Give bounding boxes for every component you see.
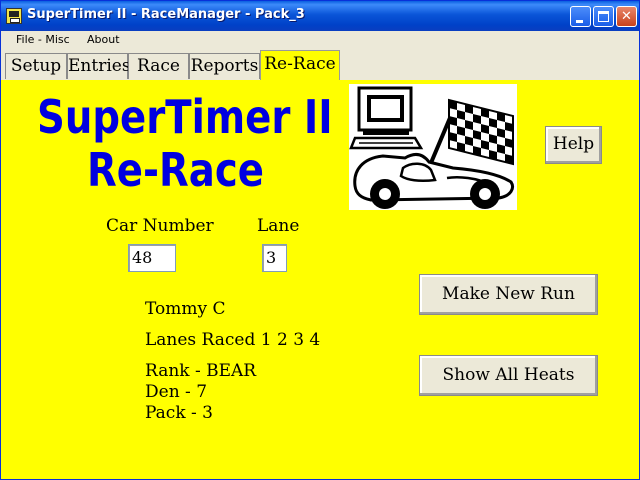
lanes-raced: Lanes Raced 1 2 3 4 <box>145 330 321 350</box>
tab-strip: Setup Entries Race Reports Re-Race <box>1 50 639 80</box>
menu-bar: File - Misc About <box>1 31 639 50</box>
title-bar[interactable]: SuperTimer II - RaceManager - Pack_3 ✕ <box>1 1 639 31</box>
lane-label: Lane <box>257 216 300 236</box>
page-title-line1: SuperTimer II <box>37 90 333 144</box>
tab-re-race[interactable]: Re-Race <box>260 50 340 80</box>
tab-setup[interactable]: Setup <box>5 53 67 79</box>
minimize-button[interactable] <box>570 6 591 27</box>
pinewood-car-logo <box>349 84 517 210</box>
car-number-label: Car Number <box>106 216 214 236</box>
menu-file-misc[interactable]: File - Misc <box>16 33 70 46</box>
tab-race[interactable]: Race <box>128 53 189 79</box>
tab-entries[interactable]: Entries <box>67 53 131 79</box>
maximize-icon <box>598 11 609 22</box>
page-title-line2: Re-Race <box>87 143 264 197</box>
maximize-button[interactable] <box>593 6 614 27</box>
close-button[interactable]: ✕ <box>616 6 637 27</box>
racer-name: Tommy C <box>145 299 226 319</box>
minimize-icon <box>576 20 583 23</box>
menu-about[interactable]: About <box>87 33 120 46</box>
car-and-computer-icon <box>349 86 514 209</box>
lane-input[interactable]: 3 <box>262 244 287 272</box>
app-window: SuperTimer II - RaceManager - Pack_3 ✕ F… <box>0 0 640 480</box>
racer-den: Den - 7 <box>145 382 208 402</box>
car-number-input[interactable]: 48 <box>128 244 176 272</box>
app-icon[interactable] <box>6 8 22 24</box>
make-new-run-button[interactable]: Make New Run <box>419 274 598 315</box>
tab-reports[interactable]: Reports <box>189 53 260 79</box>
close-icon: ✕ <box>621 9 632 24</box>
racer-pack: Pack - 3 <box>145 403 213 423</box>
re-race-panel: SuperTimer II Re-Race Help Car Number La… <box>1 80 639 479</box>
window-title: SuperTimer II - RaceManager - Pack_3 <box>27 7 305 22</box>
show-all-heats-button[interactable]: Show All Heats <box>419 355 598 396</box>
help-button[interactable]: Help <box>545 126 602 164</box>
racer-rank: Rank - BEAR <box>145 361 257 381</box>
